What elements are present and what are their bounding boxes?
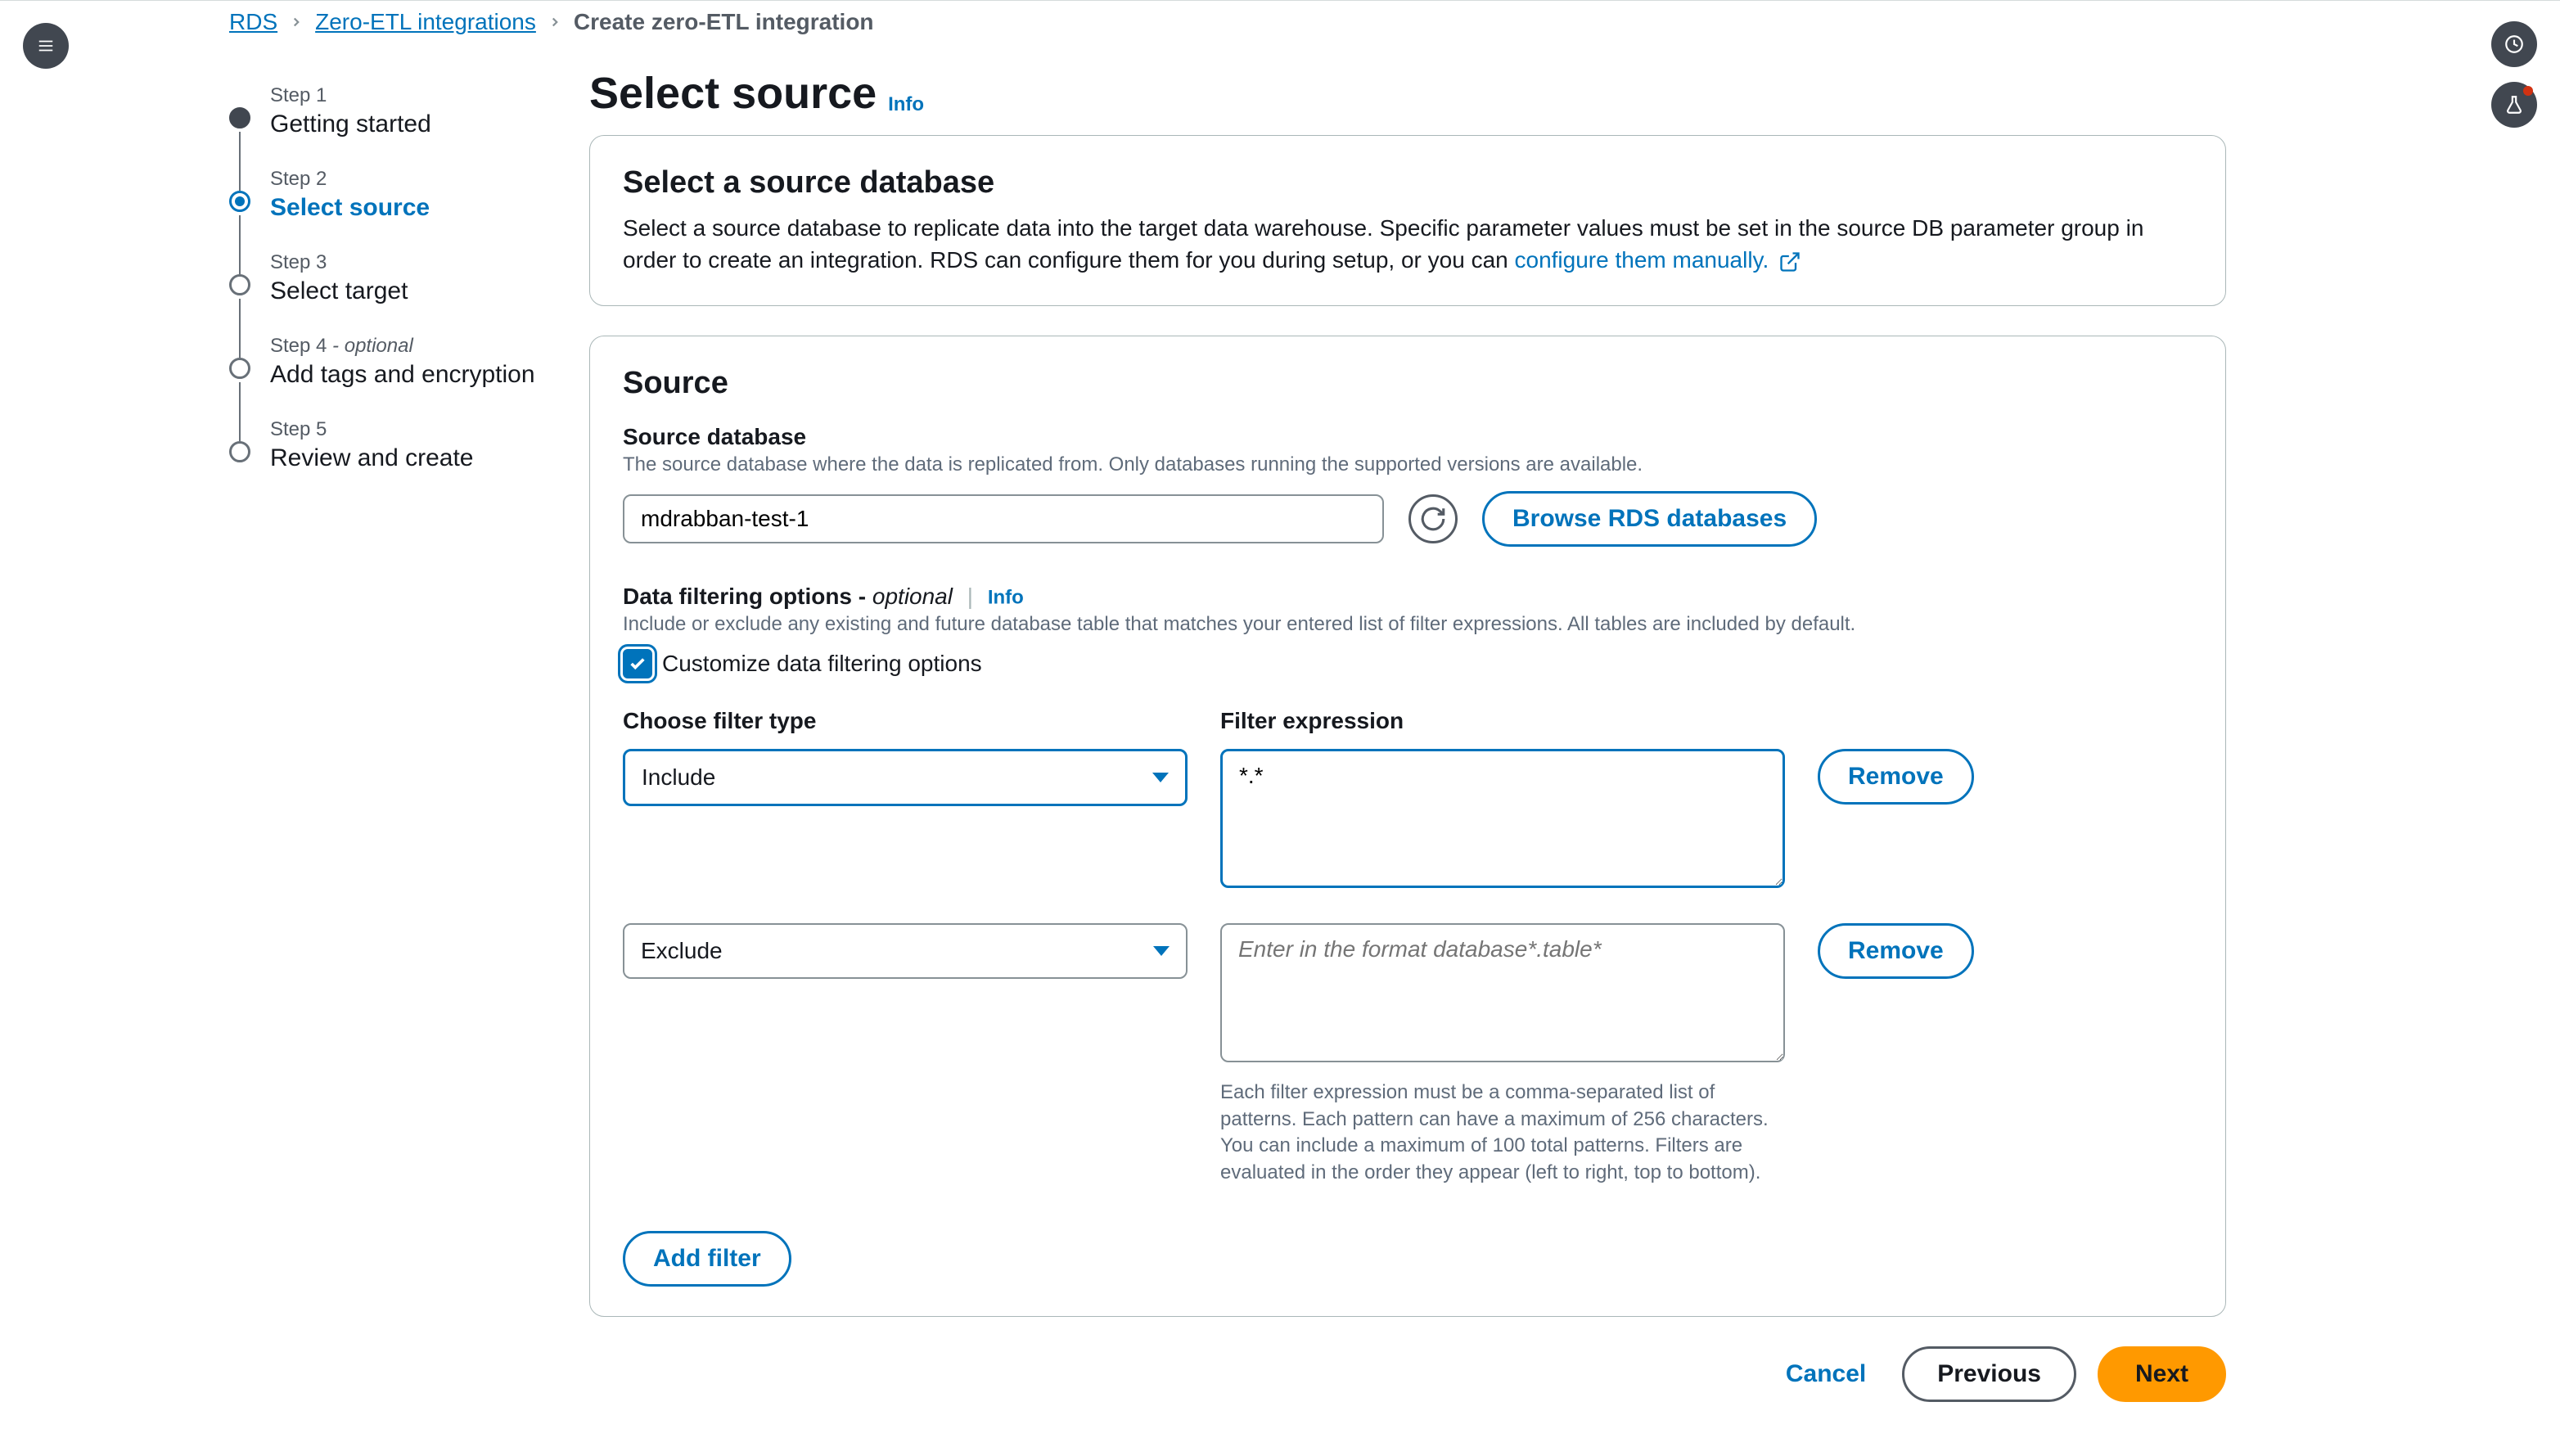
- page-title: Select source: [589, 68, 877, 119]
- flask-icon: [2504, 94, 2525, 115]
- external-link-icon: [1778, 250, 1801, 273]
- breadcrumb: RDS Zero-ETL integrations Create zero-ET…: [229, 9, 874, 35]
- filter-expr-input-1[interactable]: [1220, 923, 1785, 1062]
- filter-type-select-0[interactable]: Include: [623, 749, 1188, 806]
- notification-dot: [2523, 86, 2533, 96]
- next-button[interactable]: Next: [2098, 1346, 2226, 1402]
- chevron-down-icon: [1153, 946, 1170, 956]
- step-review-create[interactable]: Step 5 Review and create: [229, 418, 540, 502]
- step-getting-started[interactable]: Step 1 Getting started: [229, 84, 540, 168]
- filter-type-col-label: Choose filter type: [623, 708, 1188, 734]
- info-link[interactable]: Info: [888, 93, 924, 115]
- select-value: Include: [642, 764, 715, 791]
- menu-icon: [37, 37, 55, 55]
- step-label: Select source: [270, 194, 540, 222]
- browse-rds-button[interactable]: Browse RDS databases: [1482, 491, 1817, 547]
- chevron-down-icon: [1152, 773, 1169, 782]
- data-filtering-heading: Data filtering options - optional | Info: [623, 584, 2193, 610]
- chevron-right-icon: [548, 15, 562, 29]
- source-db-help: The source database where the data is re…: [623, 453, 2193, 476]
- step-label: Review and create: [270, 444, 540, 472]
- step-select-source[interactable]: Step 2 Select source: [229, 168, 540, 251]
- preview-button[interactable]: [2491, 82, 2537, 128]
- filter-expr-help: Each filter expression must be a comma-s…: [1220, 1080, 1785, 1186]
- cloudshell-button[interactable]: [2491, 21, 2537, 67]
- filter-type-select-1[interactable]: Exclude: [623, 923, 1188, 979]
- panel-description: Select a source database to replicate da…: [623, 212, 2193, 276]
- customize-filtering-checkbox[interactable]: [623, 649, 652, 678]
- previous-button[interactable]: Previous: [1902, 1346, 2076, 1402]
- filter-expr-input-0[interactable]: [1220, 749, 1785, 888]
- check-icon: [629, 655, 647, 673]
- step-number: Step 1: [270, 84, 540, 107]
- step-label: Getting started: [270, 110, 540, 138]
- add-filter-button[interactable]: Add filter: [623, 1231, 791, 1287]
- step-number: Step 4 - optional: [270, 335, 540, 358]
- wizard-steps: Step 1 Getting started Step 2 Select sou…: [229, 68, 540, 1402]
- source-db-input[interactable]: [623, 494, 1384, 543]
- step-label: Select target: [270, 277, 540, 305]
- panel-select-source-db: Select a source database Select a source…: [589, 135, 2226, 306]
- remove-filter-button-1[interactable]: Remove: [1818, 923, 1974, 979]
- cancel-button[interactable]: Cancel: [1771, 1346, 1881, 1402]
- step-tags-encryption[interactable]: Step 4 - optional Add tags and encryptio…: [229, 335, 540, 418]
- refresh-button[interactable]: [1408, 494, 1458, 543]
- panel-title: Select a source database: [623, 165, 2193, 201]
- step-number: Step 3: [270, 251, 540, 274]
- step-label: Add tags and encryption: [270, 361, 540, 389]
- breadcrumb-current: Create zero-ETL integration: [574, 9, 874, 35]
- cloudshell-icon: [2504, 34, 2525, 55]
- breadcrumb-rds[interactable]: RDS: [229, 9, 277, 35]
- select-value: Exclude: [641, 938, 723, 964]
- customize-filtering-label: Customize data filtering options: [662, 651, 982, 677]
- configure-manually-link[interactable]: configure them manually.: [1515, 247, 1769, 273]
- filter-expr-col-label: Filter expression: [1220, 708, 1785, 734]
- panel-source: Source Source database The source databa…: [589, 336, 2226, 1317]
- remove-filter-button-0[interactable]: Remove: [1818, 749, 1974, 805]
- filter-info-link[interactable]: Info: [988, 587, 1024, 609]
- step-select-target[interactable]: Step 3 Select target: [229, 251, 540, 335]
- hamburger-menu[interactable]: [23, 23, 69, 69]
- data-filtering-help: Include or exclude any existing and futu…: [623, 613, 2193, 636]
- refresh-icon: [1419, 505, 1447, 533]
- step-number: Step 2: [270, 168, 540, 191]
- breadcrumb-zeroetl[interactable]: Zero-ETL integrations: [315, 9, 536, 35]
- source-db-label: Source database: [623, 424, 2193, 450]
- step-number: Step 5: [270, 418, 540, 441]
- chevron-right-icon: [289, 15, 304, 29]
- source-title: Source: [623, 366, 2193, 401]
